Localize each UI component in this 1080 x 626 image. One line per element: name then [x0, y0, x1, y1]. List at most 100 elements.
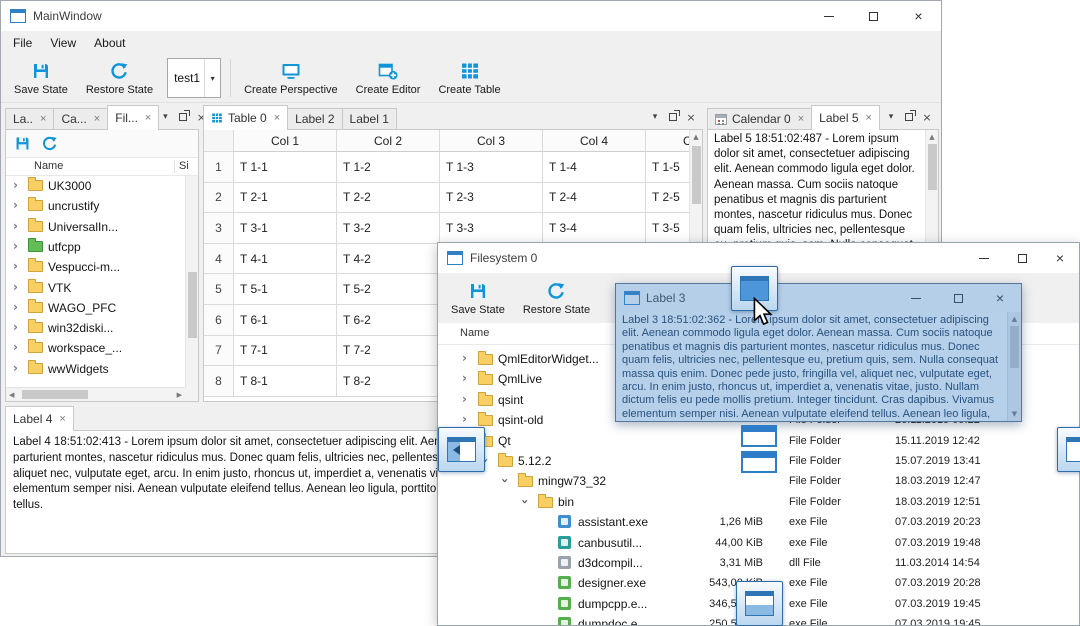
close-dock-icon[interactable]: × [684, 110, 698, 124]
table-cell[interactable]: T 2-4 [543, 182, 646, 214]
table-cell[interactable]: T 4-2 [337, 243, 440, 275]
tab-ca[interactable]: Ca... × [53, 108, 109, 129]
restore-state-button[interactable]: Restore State [77, 56, 162, 101]
chevron-right-icon[interactable]: › [13, 362, 18, 374]
create-table-button[interactable]: Create Table [429, 56, 509, 101]
chevron-right-icon[interactable]: › [13, 179, 18, 191]
table-cell[interactable]: T 1-5 [646, 152, 689, 183]
column-header-name[interactable]: Name [34, 160, 63, 172]
tree-row[interactable]: › win32diski... [6, 318, 185, 338]
tree-row[interactable]: › bin File Folder 18.03.2019 12:51 [438, 492, 1079, 512]
table-cell[interactable]: T 3-2 [337, 213, 440, 244]
chevron-right-icon[interactable]: › [13, 321, 18, 333]
tab-la[interactable]: La.. × [5, 108, 55, 129]
tree-row[interactable]: › Vespucci-m... [6, 257, 185, 277]
table-cell[interactable]: T 2-2 [337, 182, 440, 214]
tree-row[interactable]: assistant.exe 1,26 MiB exe File 07.03.2019 … [438, 512, 1079, 532]
column-header-size[interactable]: Si [179, 160, 189, 172]
scrollbar-thumb[interactable] [188, 272, 197, 338]
tab-table-0[interactable]: Table 0 × [203, 105, 289, 130]
table-cell[interactable]: T 3-4 [543, 213, 646, 244]
column-header-col-4[interactable]: Col 4 [543, 130, 646, 152]
maximize-button[interactable] [851, 1, 896, 31]
close-tab-icon[interactable]: × [59, 413, 65, 425]
chevron-right-icon[interactable]: › [13, 281, 18, 293]
tabs-menu-icon[interactable]: ▾ [648, 110, 662, 124]
scroll-up-icon[interactable]: ▲ [926, 133, 938, 141]
chevron-right-icon[interactable]: › [13, 240, 18, 252]
main-titlebar[interactable]: MainWindow × [1, 1, 941, 31]
tree-row[interactable]: › UK3000 [6, 176, 185, 196]
table-cell[interactable]: T 1-2 [337, 152, 440, 183]
dock-drop-center-indicator[interactable] [741, 425, 777, 473]
table-cell[interactable]: T 5-2 [337, 274, 440, 305]
scroll-right-icon[interactable]: ▶ [177, 391, 182, 399]
row-header[interactable]: 6 [204, 304, 234, 336]
table-cell[interactable]: T 6-1 [234, 304, 337, 336]
save-state-button[interactable]: Save State [5, 56, 77, 101]
menu-item-file[interactable]: File [4, 34, 41, 52]
table-cell[interactable]: T 2-1 [234, 182, 337, 214]
scrollbar-thumb[interactable] [22, 390, 88, 399]
row-header[interactable]: 5 [204, 274, 234, 305]
chevron-right-icon[interactable]: › [462, 372, 467, 384]
tree-row[interactable]: › UniversalIn... [6, 217, 185, 237]
tree-row[interactable]: › wwWidgets [6, 359, 185, 379]
chevron-down-icon[interactable]: › [518, 499, 532, 504]
scroll-down-icon[interactable]: ▼ [1008, 410, 1021, 418]
save-state-button[interactable]: Save State [442, 276, 514, 321]
tabs-menu-icon[interactable]: ▾ [884, 110, 898, 124]
table-cell[interactable]: T 3-1 [234, 213, 337, 244]
create-perspective-button[interactable]: Create Perspective [235, 56, 347, 101]
table-cell[interactable]: T 2-3 [440, 182, 543, 214]
tab-calendar-0[interactable]: Calendar 0 × [707, 108, 813, 129]
scrollbar-thumb[interactable] [928, 144, 937, 190]
tabs-menu-icon[interactable]: ▾ [158, 110, 172, 124]
table-cell[interactable]: T 2-5 [646, 183, 689, 214]
row-header[interactable]: 4 [204, 243, 234, 275]
restore-icon[interactable] [41, 135, 58, 152]
menu-item-view[interactable]: View [41, 34, 85, 52]
table-cell[interactable]: T 4-1 [234, 243, 337, 275]
horizontal-scrollbar[interactable]: ◀ ▶ [6, 387, 185, 401]
dock-drop-left-indicator[interactable] [438, 427, 485, 472]
table-cell[interactable]: T 3-3 [440, 213, 543, 244]
column-header-col-2[interactable]: Col 2 [337, 130, 440, 152]
scrollbar-thumb[interactable] [692, 146, 701, 204]
close-tab-icon[interactable]: × [40, 113, 46, 125]
tree-row[interactable]: › WAGO_PFC [6, 298, 185, 318]
chevron-right-icon[interactable]: › [462, 352, 467, 364]
table-cell[interactable]: T 1-4 [543, 152, 646, 183]
undock-icon[interactable] [666, 110, 680, 124]
tab-label-4[interactable]: Label 4 × [5, 406, 74, 431]
close-dock-icon[interactable]: × [920, 110, 934, 124]
column-header-name[interactable]: Name [460, 327, 489, 339]
vertical-scrollbar[interactable]: ▲ ▼ [1007, 312, 1021, 421]
tree-row[interactable]: › utfcpp [6, 237, 185, 257]
vertical-scrollbar[interactable] [185, 176, 198, 387]
close-button[interactable]: × [979, 284, 1021, 312]
column-separator[interactable] [174, 160, 175, 173]
perspective-combobox[interactable]: test1 ▾ [167, 58, 222, 98]
maximize-button[interactable] [1003, 243, 1041, 273]
chevron-right-icon[interactable]: › [462, 413, 467, 425]
tree-row[interactable]: › uncrustify [6, 196, 185, 216]
tree-row[interactable]: › mingw73_32 File Folder 18.03.2019 12:47 [438, 471, 1079, 491]
scroll-up-icon[interactable]: ▲ [1008, 315, 1021, 323]
row-header[interactable]: 1 [204, 152, 234, 183]
tree-row[interactable]: › workspace_... [6, 338, 185, 358]
chevron-right-icon[interactable]: › [13, 199, 18, 211]
label3-titlebar[interactable]: Label 3 × [616, 284, 1021, 312]
chevron-right-icon[interactable]: › [13, 301, 18, 313]
scroll-left-icon[interactable]: ◀ [9, 391, 14, 399]
scroll-up-icon[interactable]: ▲ [690, 133, 702, 141]
minimize-button[interactable] [895, 284, 937, 312]
menu-item-about[interactable]: About [85, 34, 134, 52]
row-header[interactable]: 2 [204, 182, 234, 214]
chevron-right-icon[interactable]: › [13, 220, 18, 232]
close-tab-icon[interactable]: × [145, 112, 151, 124]
tree-row[interactable]: canbusutil... 44,00 KiB exe File 07.03.2019… [438, 533, 1079, 553]
column-header-col-3[interactable]: Col 3 [440, 130, 543, 152]
tab-label-2[interactable]: Label 2 [287, 108, 343, 129]
save-icon[interactable] [14, 135, 31, 152]
